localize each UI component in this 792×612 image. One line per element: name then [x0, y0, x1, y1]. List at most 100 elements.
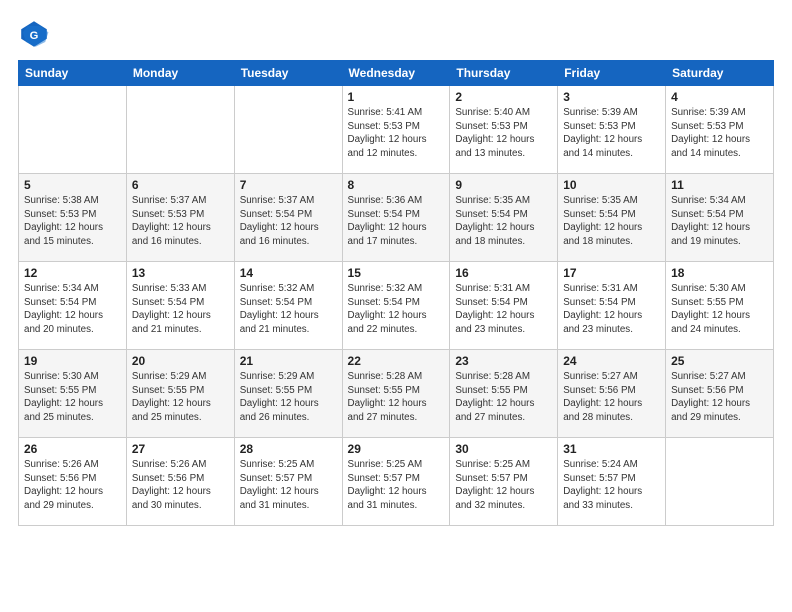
day-cell: 8 Sunrise: 5:36 AM Sunset: 5:54 PM Daylig…	[342, 174, 450, 262]
day-cell: 23 Sunrise: 5:28 AM Sunset: 5:55 PM Dayli…	[450, 350, 558, 438]
day-number: 26	[24, 442, 121, 456]
day-number: 12	[24, 266, 121, 280]
day-cell: 12 Sunrise: 5:34 AM Sunset: 5:54 PM Dayli…	[19, 262, 127, 350]
day-cell: 6 Sunrise: 5:37 AM Sunset: 5:53 PM Daylig…	[126, 174, 234, 262]
day-cell: 26 Sunrise: 5:26 AM Sunset: 5:56 PM Dayli…	[19, 438, 127, 526]
day-cell: 19Sunrise: 5:30 AM Sunset: 5:55 PM Dayli…	[19, 350, 127, 438]
day-number: 23	[455, 354, 552, 368]
day-number: 28	[240, 442, 337, 456]
day-number: 9	[455, 178, 552, 192]
day-number: 21	[240, 354, 337, 368]
day-info: Sunrise: 5:31 AM Sunset: 5:54 PM Dayligh…	[455, 282, 552, 337]
week-row-2: 12 Sunrise: 5:34 AM Sunset: 5:54 PM Dayli…	[19, 262, 774, 350]
day-number: 6	[132, 178, 229, 192]
day-cell	[234, 86, 342, 174]
day-number: 17	[563, 266, 660, 280]
day-info: Sunrise: 5:25 AM Sunset: 5:57 PM Dayligh…	[348, 458, 445, 513]
weekday-header-row: SundayMondayTuesdayWednesdayThursdayFrid…	[19, 61, 774, 86]
day-info: Sunrise: 5:29 AM Sunset: 5:55 PM Dayligh…	[132, 370, 229, 425]
day-number: 4	[671, 90, 768, 104]
day-number: 7	[240, 178, 337, 192]
day-cell: 15 Sunrise: 5:32 AM Sunset: 5:54 PM Dayli…	[342, 262, 450, 350]
day-cell: 5 Sunrise: 5:38 AM Sunset: 5:53 PM Daylig…	[19, 174, 127, 262]
day-info: Sunrise: 5:28 AM Sunset: 5:55 PM Dayligh…	[455, 370, 552, 425]
day-info: Sunrise: 5:33 AM Sunset: 5:54 PM Dayligh…	[132, 282, 229, 337]
day-info: Sunrise: 5:34 AM Sunset: 5:54 PM Dayligh…	[24, 282, 121, 337]
day-number: 29	[348, 442, 445, 456]
day-number: 30	[455, 442, 552, 456]
day-info: Sunrise: 5:36 AM Sunset: 5:54 PM Dayligh…	[348, 194, 445, 249]
day-info: Sunrise: 5:24 AM Sunset: 5:57 PM Dayligh…	[563, 458, 660, 513]
day-number: 20	[132, 354, 229, 368]
day-number: 18	[671, 266, 768, 280]
day-cell: 17 Sunrise: 5:31 AM Sunset: 5:54 PM Dayli…	[558, 262, 666, 350]
day-cell: 31 Sunrise: 5:24 AM Sunset: 5:57 PM Dayli…	[558, 438, 666, 526]
day-info: Sunrise: 5:41 AM Sunset: 5:53 PM Dayligh…	[348, 106, 445, 161]
day-info: Sunrise: 5:32 AM Sunset: 5:54 PM Dayligh…	[240, 282, 337, 337]
day-number: 22	[348, 354, 445, 368]
weekday-header-friday: Friday	[558, 61, 666, 86]
day-cell: 9 Sunrise: 5:35 AM Sunset: 5:54 PM Daylig…	[450, 174, 558, 262]
weekday-header-wednesday: Wednesday	[342, 61, 450, 86]
day-number: 24	[563, 354, 660, 368]
day-cell: 30 Sunrise: 5:25 AM Sunset: 5:57 PM Dayli…	[450, 438, 558, 526]
day-number: 1	[348, 90, 445, 104]
day-number: 11	[671, 178, 768, 192]
day-info: Sunrise: 5:37 AM Sunset: 5:53 PM Dayligh…	[132, 194, 229, 249]
day-number: 13	[132, 266, 229, 280]
day-number: 5	[24, 178, 121, 192]
day-info: Sunrise: 5:39 AM Sunset: 5:53 PM Dayligh…	[563, 106, 660, 161]
day-info: Sunrise: 5:25 AM Sunset: 5:57 PM Dayligh…	[240, 458, 337, 513]
day-number: 15	[348, 266, 445, 280]
day-cell: 24 Sunrise: 5:27 AM Sunset: 5:56 PM Dayli…	[558, 350, 666, 438]
svg-text:G: G	[30, 30, 39, 42]
day-cell: 14 Sunrise: 5:32 AM Sunset: 5:54 PM Dayli…	[234, 262, 342, 350]
day-info: Sunrise: 5:35 AM Sunset: 5:54 PM Dayligh…	[563, 194, 660, 249]
day-number: 16	[455, 266, 552, 280]
day-info: Sunrise: 5:40 AM Sunset: 5:53 PM Dayligh…	[455, 106, 552, 161]
day-number: 27	[132, 442, 229, 456]
week-row-3: 19Sunrise: 5:30 AM Sunset: 5:55 PM Dayli…	[19, 350, 774, 438]
day-cell: 1 Sunrise: 5:41 AM Sunset: 5:53 PM Daylig…	[342, 86, 450, 174]
day-info: Sunrise: 5:38 AM Sunset: 5:53 PM Dayligh…	[24, 194, 121, 249]
day-cell: 18 Sunrise: 5:30 AM Sunset: 5:55 PM Dayli…	[666, 262, 774, 350]
day-info: Sunrise: 5:26 AM Sunset: 5:56 PM Dayligh…	[132, 458, 229, 513]
header: G	[18, 18, 774, 50]
day-info: Sunrise: 5:29 AM Sunset: 5:55 PM Dayligh…	[240, 370, 337, 425]
day-cell: 20 Sunrise: 5:29 AM Sunset: 5:55 PM Dayli…	[126, 350, 234, 438]
day-info: Sunrise: 5:30 AM Sunset: 5:55 PM Dayligh…	[671, 282, 768, 337]
day-info: Sunrise: 5:28 AM Sunset: 5:55 PM Dayligh…	[348, 370, 445, 425]
day-number: 3	[563, 90, 660, 104]
day-cell: 16 Sunrise: 5:31 AM Sunset: 5:54 PM Dayli…	[450, 262, 558, 350]
week-row-1: 5 Sunrise: 5:38 AM Sunset: 5:53 PM Daylig…	[19, 174, 774, 262]
weekday-header-sunday: Sunday	[19, 61, 127, 86]
day-cell: 21 Sunrise: 5:29 AM Sunset: 5:55 PM Dayli…	[234, 350, 342, 438]
day-cell: 2 Sunrise: 5:40 AM Sunset: 5:53 PM Daylig…	[450, 86, 558, 174]
day-cell: 22 Sunrise: 5:28 AM Sunset: 5:55 PM Dayli…	[342, 350, 450, 438]
day-info: Sunrise: 5:26 AM Sunset: 5:56 PM Dayligh…	[24, 458, 121, 513]
day-number: 19	[24, 354, 121, 368]
day-info: Sunrise: 5:34 AM Sunset: 5:54 PM Dayligh…	[671, 194, 768, 249]
day-cell: 28 Sunrise: 5:25 AM Sunset: 5:57 PM Dayli…	[234, 438, 342, 526]
day-number: 10	[563, 178, 660, 192]
day-info: Sunrise: 5:32 AM Sunset: 5:54 PM Dayligh…	[348, 282, 445, 337]
day-cell: 4 Sunrise: 5:39 AM Sunset: 5:53 PM Daylig…	[666, 86, 774, 174]
day-cell: 11 Sunrise: 5:34 AM Sunset: 5:54 PM Dayli…	[666, 174, 774, 262]
day-number: 2	[455, 90, 552, 104]
logo: G	[18, 18, 54, 50]
day-info: Sunrise: 5:25 AM Sunset: 5:57 PM Dayligh…	[455, 458, 552, 513]
day-number: 14	[240, 266, 337, 280]
day-number: 31	[563, 442, 660, 456]
day-cell	[19, 86, 127, 174]
day-info: Sunrise: 5:31 AM Sunset: 5:54 PM Dayligh…	[563, 282, 660, 337]
day-cell: 13 Sunrise: 5:33 AM Sunset: 5:54 PM Dayli…	[126, 262, 234, 350]
day-info: Sunrise: 5:39 AM Sunset: 5:53 PM Dayligh…	[671, 106, 768, 161]
day-info: Sunrise: 5:35 AM Sunset: 5:54 PM Dayligh…	[455, 194, 552, 249]
day-cell: 10 Sunrise: 5:35 AM Sunset: 5:54 PM Dayli…	[558, 174, 666, 262]
day-number: 8	[348, 178, 445, 192]
weekday-header-tuesday: Tuesday	[234, 61, 342, 86]
weekday-header-thursday: Thursday	[450, 61, 558, 86]
day-number: 25	[671, 354, 768, 368]
day-info: Sunrise: 5:27 AM Sunset: 5:56 PM Dayligh…	[563, 370, 660, 425]
weekday-header-saturday: Saturday	[666, 61, 774, 86]
